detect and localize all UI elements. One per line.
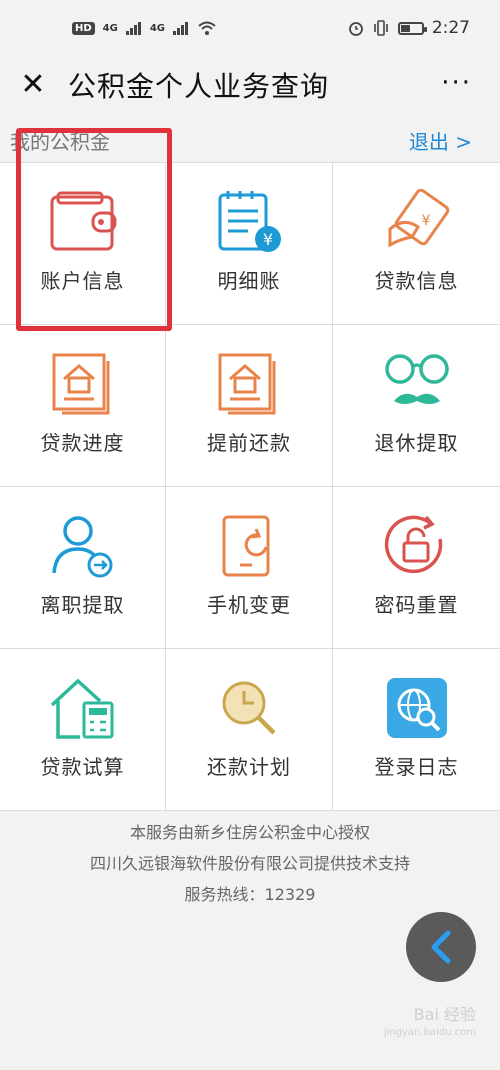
globe-search-icon [382, 673, 452, 743]
section-header: 我的公积金 退出 > [0, 118, 500, 162]
grid-item-label: 贷款信息 [374, 269, 459, 293]
loan-card-icon: ¥ [382, 187, 452, 257]
network-label-2: 4G [149, 22, 166, 34]
grid-item-label: 退休提取 [374, 431, 459, 455]
clock-search-icon [214, 673, 284, 743]
grid-item-resignation-withdrawal[interactable]: 离职提取 [0, 487, 166, 649]
grid-item-repayment-plan[interactable]: 还款计划 [166, 649, 333, 811]
grid-item-early-repayment[interactable]: 提前还款 [166, 325, 333, 487]
grid-item-label: 贷款进度 [40, 431, 125, 455]
vibrate-icon [374, 20, 388, 36]
footer-line-2: 四川久远银海软件股份有限公司提供技术支持 [89, 854, 410, 873]
phone-refresh-icon [214, 511, 284, 581]
signal-icon-2 [173, 22, 189, 35]
grid-item-label: 手机变更 [207, 593, 291, 617]
network-label-1: 4G [102, 22, 118, 34]
grid-item-label: 账户信息 [40, 269, 125, 293]
alarm-icon [348, 22, 363, 36]
function-grid: 账户信息 ¥ 明细账 ¥ 贷款信息 贷款进度 提前还款 退休提取 离职提取 手机… [0, 162, 500, 811]
grid-item-loan-info[interactable]: ¥ 贷款信息 [333, 163, 500, 325]
more-menu-button[interactable]: ··· [441, 70, 472, 96]
user-exit-icon [48, 511, 118, 581]
wallet-icon [48, 187, 118, 257]
status-bar: HD 4G 4G 2:27 [0, 0, 500, 56]
grid-item-label: 密码重置 [374, 593, 459, 617]
grid-item-account-info[interactable]: 账户信息 [0, 163, 166, 325]
grid-item-password-reset[interactable]: 密码重置 [333, 487, 500, 649]
grid-item-loan-progress[interactable]: 贷款进度 [0, 325, 166, 487]
lock-refresh-icon [382, 511, 452, 581]
battery-icon [397, 21, 427, 35]
svg-text:¥: ¥ [421, 213, 430, 229]
grid-item-retirement-withdrawal[interactable]: 退休提取 [333, 325, 500, 487]
grid-item-label: 明细账 [217, 269, 281, 293]
grid-item-label: 还款计划 [207, 755, 291, 779]
watermark-url: jingyan.baidu.com [383, 1027, 476, 1038]
ledger-icon: ¥ [214, 187, 284, 257]
footer-hotline: 服务热线：12329 [184, 885, 316, 904]
svg-text:¥: ¥ [263, 230, 273, 249]
wifi-icon [198, 21, 216, 35]
grid-item-ledger[interactable]: ¥ 明细账 [166, 163, 333, 325]
house-doc-icon [214, 349, 284, 419]
chevron-left-icon [431, 930, 451, 964]
hd-badge: HD [72, 21, 95, 35]
watermark-brand: Bai 经验 [413, 1005, 476, 1024]
back-button[interactable] [406, 912, 476, 982]
status-left: HD 4G 4G [72, 20, 217, 36]
grid-item-loan-calculator[interactable]: 贷款试算 [0, 649, 166, 811]
grid-item-label: 离职提取 [40, 593, 125, 617]
grid-item-label: 贷款试算 [40, 755, 125, 779]
title-bar: ✕ 公积金个人业务查询 ··· [0, 56, 500, 114]
glasses-mustache-icon [382, 349, 452, 419]
watermark: Bai 经验 jingyan.baidu.com [384, 1006, 476, 1042]
grid-item-login-log[interactable]: 登录日志 [333, 649, 500, 811]
footer-line-1: 本服务由新乡住房公积金中心授权 [129, 823, 370, 842]
house-calculator-icon [48, 673, 118, 743]
grid-item-phone-change[interactable]: 手机变更 [166, 487, 333, 649]
page-title: 公积金个人业务查询 [68, 70, 330, 103]
grid-item-label: 提前还款 [207, 431, 291, 455]
section-label: 我的公积金 [10, 129, 110, 154]
close-button[interactable]: ✕ [20, 70, 46, 100]
logout-link[interactable]: 退出 > [409, 126, 472, 155]
signal-icon-1 [125, 22, 141, 35]
grid-item-label: 登录日志 [374, 755, 459, 779]
house-doc-icon [48, 349, 118, 419]
footer: 本服务由新乡住房公积金中心授权 四川久远银海软件股份有限公司提供技术支持 服务热… [0, 811, 500, 910]
clock-time: 2:27 [431, 18, 470, 38]
status-right: 2:27 [348, 18, 470, 38]
